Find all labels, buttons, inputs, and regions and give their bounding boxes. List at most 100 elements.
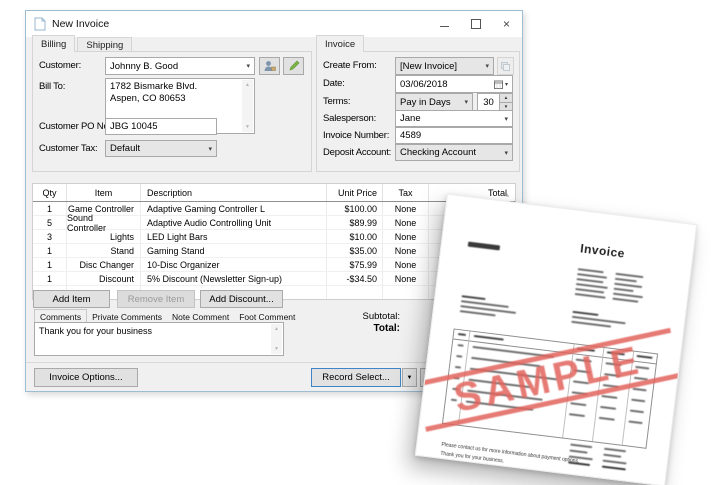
totals-block: Subtotal: Total: xyxy=(316,311,400,335)
cell-item: Stand xyxy=(67,244,141,257)
paper-meta-block xyxy=(448,195,696,225)
table-header-row: Qty Item Description Unit Price Tax Tota… xyxy=(33,184,515,202)
close-button[interactable]: × xyxy=(491,11,522,37)
date-value: 03/06/2018 xyxy=(400,79,448,90)
chevron-down-icon: ▾ xyxy=(461,98,468,106)
customer-label: Customer: xyxy=(39,60,81,71)
deposit-account-combo[interactable]: Checking Account ▾ xyxy=(395,144,513,161)
terms-value: Pay in Days xyxy=(400,97,451,108)
spin-up-icon: ▲ xyxy=(504,95,508,100)
tab-invoice[interactable]: Invoice xyxy=(316,35,364,52)
comments-textarea[interactable]: Thank you for your business ▲ ▼ xyxy=(34,322,284,356)
customer-tax-combo[interactable]: Default ▾ xyxy=(105,140,217,157)
tab-shipping[interactable]: Shipping xyxy=(77,37,132,52)
customer-combo[interactable]: Johnny B. Good ▾ xyxy=(105,57,255,75)
terms-combo[interactable]: Pay in Days ▾ xyxy=(395,93,473,111)
deposit-account-label: Deposit Account: xyxy=(323,147,391,158)
comments-text: Thank you for your business xyxy=(39,325,269,337)
comment-tabstrip: Comments Private Comments Note Comment F… xyxy=(34,309,300,323)
customer-lookup-button[interactable] xyxy=(259,57,280,75)
cell-item: Sound Controller xyxy=(67,216,141,229)
window-title: New Invoice xyxy=(52,18,109,30)
total-label: Total: xyxy=(316,323,400,335)
chevron-down-icon: ▾ xyxy=(205,145,212,153)
copy-icon xyxy=(501,62,510,71)
dropdown-arrow-icon: ▼ xyxy=(407,375,413,381)
create-from-value: [New Invoice] xyxy=(400,61,457,72)
cell-qty: 5 xyxy=(33,216,67,229)
calendar-picker-button[interactable]: ▾ xyxy=(494,80,508,89)
document-icon xyxy=(34,17,46,31)
cell-item: Lights xyxy=(67,230,141,243)
cell-tax: None xyxy=(383,202,429,215)
subtotal-label: Subtotal: xyxy=(316,311,400,323)
maximize-button[interactable] xyxy=(460,11,491,37)
salesperson-label: Salesperson: xyxy=(323,113,376,124)
cell-unit-price: $75.99 xyxy=(327,258,383,271)
add-item-button[interactable]: Add Item xyxy=(33,290,110,308)
cell-description: Gaming Stand xyxy=(141,244,327,257)
terms-days-stepper[interactable]: 30 ▲ ▼ xyxy=(477,93,513,111)
header-qty[interactable]: Qty xyxy=(33,184,67,201)
cell-item: Discount xyxy=(67,272,141,285)
minimize-button[interactable] xyxy=(429,11,460,37)
cell-description: LED Light Bars xyxy=(141,230,327,243)
invoice-tabstrip: Invoice xyxy=(316,37,364,52)
create-from-label: Create From: xyxy=(323,60,377,71)
date-label: Date: xyxy=(323,78,345,89)
add-discount-button[interactable]: Add Discount... xyxy=(200,290,283,308)
chevron-down-icon: ▾ xyxy=(505,81,508,88)
tab-comments[interactable]: Comments xyxy=(34,309,87,323)
header-item[interactable]: Item xyxy=(67,184,141,201)
paper-totals-block xyxy=(448,195,696,225)
cell-qty: 1 xyxy=(33,258,67,271)
customer-po-input[interactable]: JBG 10045 xyxy=(105,118,217,135)
paper-heading-smudge xyxy=(468,242,500,250)
customer-po-value: JBG 10045 xyxy=(110,121,158,132)
calendar-icon xyxy=(494,80,503,89)
cell-description: Adaptive Audio Controlling Unit xyxy=(141,216,327,229)
cell-unit-price: $89.99 xyxy=(327,216,383,229)
cell-qty: 3 xyxy=(33,230,67,243)
terms-label: Terms: xyxy=(323,96,350,107)
cell-qty: 1 xyxy=(33,272,67,285)
deposit-account-value: Checking Account xyxy=(400,147,476,158)
record-select-dropdown-button[interactable]: ▼ xyxy=(402,368,417,387)
sample-invoice-paper: Invoice xyxy=(415,194,697,485)
desktop: New Invoice × Billing Shipping Customer:… xyxy=(0,0,728,485)
record-select-button[interactable]: Record Select... xyxy=(311,368,401,387)
customer-po-label: Customer PO No.: xyxy=(39,121,113,132)
pencil-icon xyxy=(288,60,300,72)
invoice-options-button[interactable]: Invoice Options... xyxy=(34,368,138,387)
remove-item-button: Remove Item xyxy=(117,290,195,308)
salesperson-combo[interactable]: Jane ▾ xyxy=(395,110,513,127)
cell-description: 10-Disc Organizer xyxy=(141,258,327,271)
tab-billing[interactable]: Billing xyxy=(32,35,75,52)
minimize-icon xyxy=(440,26,449,27)
customer-edit-button[interactable] xyxy=(283,57,304,75)
scroll-down-icon: ▼ xyxy=(245,124,250,130)
date-input[interactable]: 03/06/2018 ▾ xyxy=(395,75,513,93)
scrollbar[interactable]: ▲ ▼ xyxy=(242,80,253,132)
cell-description: Adaptive Gaming Controller L xyxy=(141,202,327,215)
create-from-combo[interactable]: [New Invoice] ▾ xyxy=(395,57,494,75)
bill-to-text: 1782 Bismarke Blvd. Aspen, CO 80653 xyxy=(110,81,240,105)
header-description[interactable]: Description xyxy=(141,184,327,201)
chevron-down-icon: ▾ xyxy=(243,62,250,70)
header-tax[interactable]: Tax xyxy=(383,184,429,201)
invoice-number-value: 4589 xyxy=(400,130,421,141)
scrollbar[interactable]: ▲ ▼ xyxy=(271,324,282,354)
scroll-up-icon: ▲ xyxy=(274,326,279,332)
cell-tax: None xyxy=(383,258,429,271)
invoice-panel: Create From: [New Invoice] ▾ Date: 03/06… xyxy=(316,51,520,172)
cell-unit-price: $10.00 xyxy=(327,230,383,243)
cell-unit-price: -$34.50 xyxy=(327,272,383,285)
header-unit-price[interactable]: Unit Price xyxy=(327,184,383,201)
titlebar[interactable]: New Invoice × xyxy=(26,11,522,37)
invoice-number-input[interactable]: 4589 xyxy=(395,127,513,144)
customer-tax-label: Customer Tax: xyxy=(39,143,97,154)
cell-unit-price: $100.00 xyxy=(327,202,383,215)
spin-up-button[interactable]: ▲ xyxy=(500,93,513,103)
person-icon xyxy=(263,60,276,72)
cell-item: Disc Changer xyxy=(67,258,141,271)
